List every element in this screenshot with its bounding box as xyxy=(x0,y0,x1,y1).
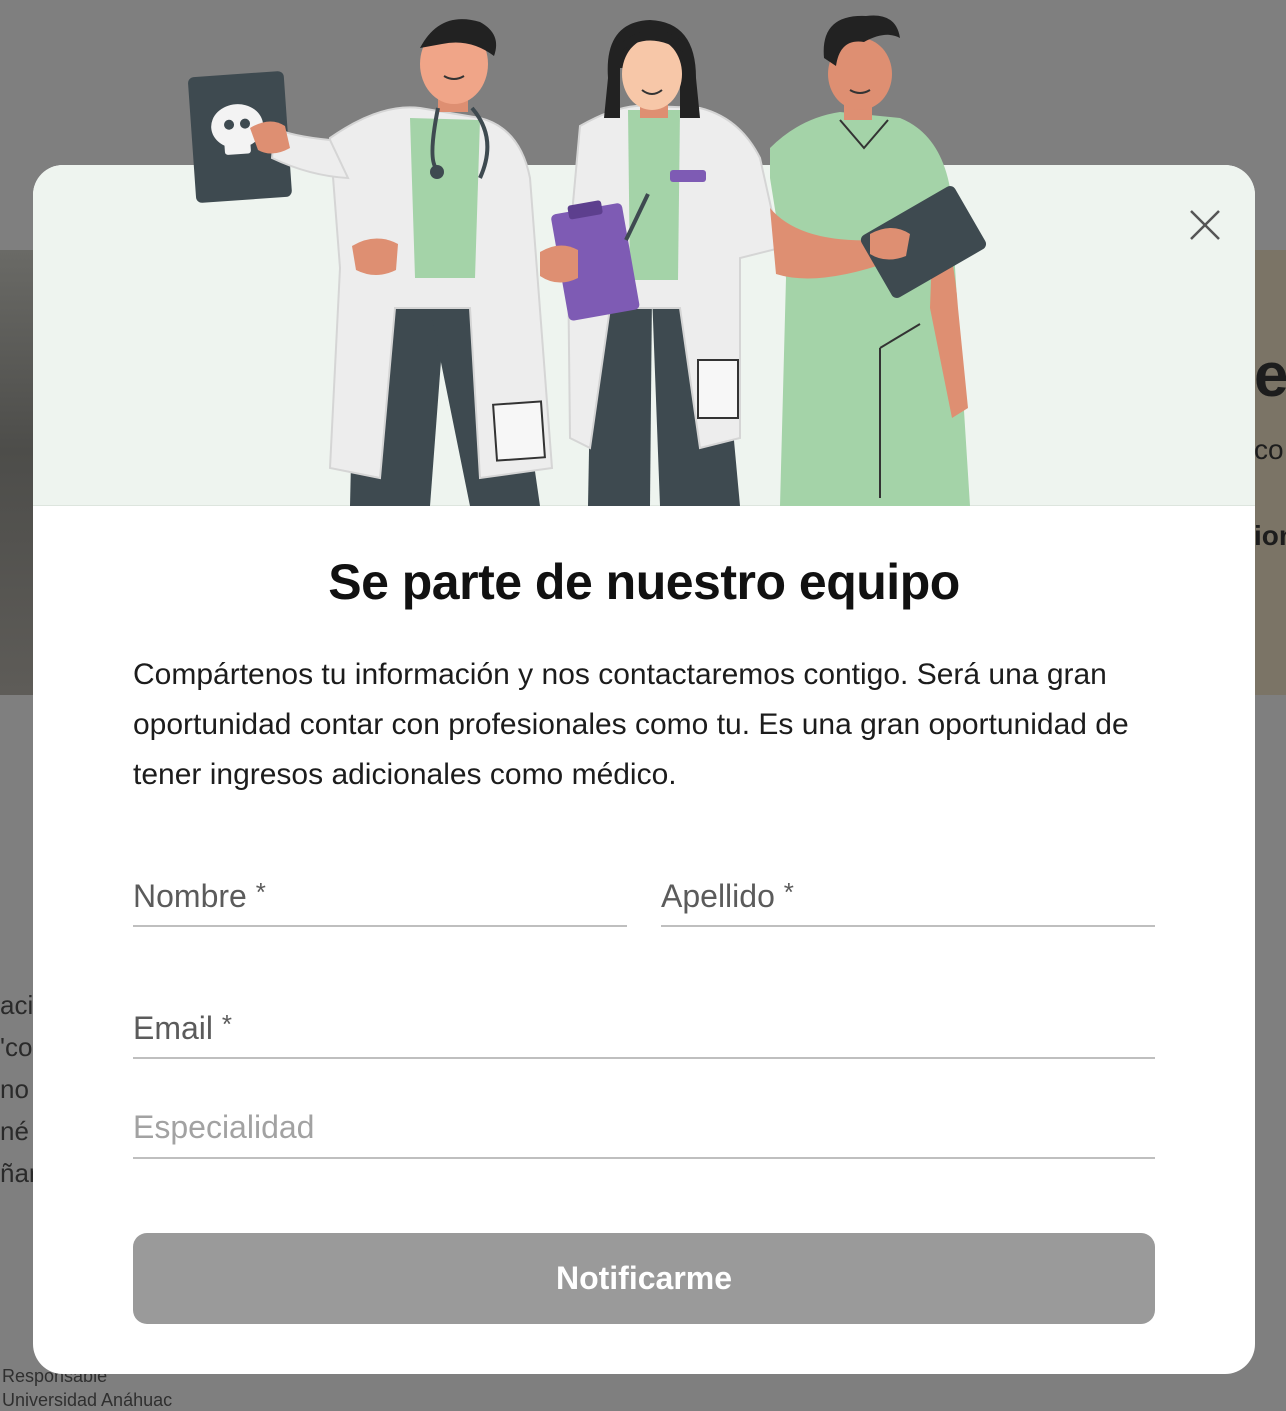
close-icon xyxy=(1190,210,1220,240)
background-heading-fragment: er xyxy=(1254,341,1286,410)
background-text-fragment: ñar xyxy=(0,1158,34,1188)
notificarme-button[interactable]: Notificarme xyxy=(133,1233,1155,1324)
especialidad-input[interactable] xyxy=(133,1109,1159,1159)
email-input[interactable] xyxy=(133,1009,1159,1059)
background-text-fragment: 'co xyxy=(0,1032,33,1062)
doctor-with-clipboard-figure xyxy=(540,20,782,506)
background-text-fragment: né xyxy=(0,1116,29,1146)
background-text-fragment: ion xyxy=(1254,520,1286,551)
doctors-team-illustration xyxy=(188,15,987,506)
nurse-figure xyxy=(770,15,987,506)
background-text-fragment: co xyxy=(1254,434,1284,465)
nombre-field[interactable]: Nombre * xyxy=(133,877,631,927)
doctor-with-xray-figure xyxy=(188,19,554,506)
nombre-input[interactable] xyxy=(133,877,631,927)
close-button[interactable] xyxy=(1187,207,1223,243)
background-right-panel xyxy=(1254,250,1286,695)
apellido-input[interactable] xyxy=(661,877,1159,927)
especialidad-field[interactable]: Especialidad xyxy=(133,1109,1159,1159)
email-field[interactable]: Email * xyxy=(133,1009,1159,1059)
background-text-fragment: acil xyxy=(0,990,34,1020)
modal-description: Compártenos tu información y nos contact… xyxy=(133,658,1129,791)
background-footer-text: Universidad Anáhuac xyxy=(2,1390,173,1410)
apellido-field[interactable]: Apellido * xyxy=(661,877,1159,927)
background-text-fragment: no xyxy=(0,1074,29,1104)
modal-title: Se parte de nuestro equipo xyxy=(328,554,960,610)
